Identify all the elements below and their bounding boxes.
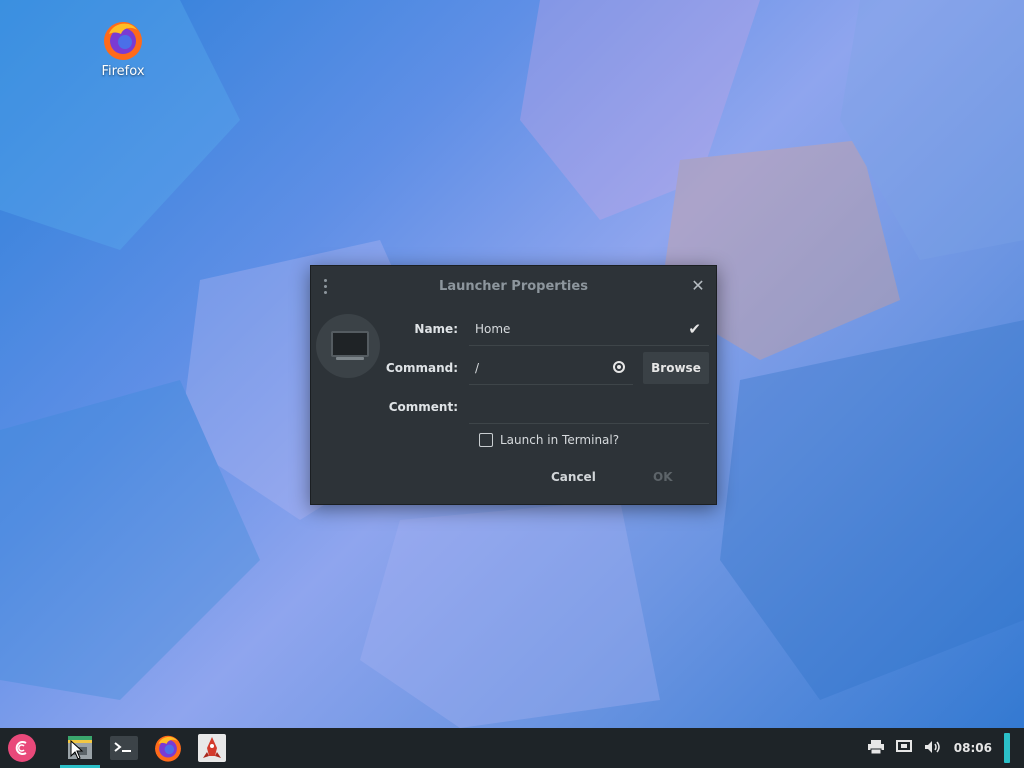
debian-swirl-icon [8,734,36,762]
close-button[interactable]: ✕ [690,278,706,294]
taskbar-firefox-button[interactable] [148,728,188,768]
taskbar-app-button[interactable] [192,728,232,768]
terminal-icon [110,736,138,760]
desktop-icon-label: Firefox [101,64,145,79]
start-menu-button[interactable] [2,728,42,768]
dialog-title: Launcher Properties [439,279,588,294]
desktop-icon-firefox[interactable]: Firefox [92,18,154,79]
name-field[interactable]: Home ✔ [469,312,709,346]
launch-in-terminal-label: Launch in Terminal? [500,433,620,447]
firefox-icon [101,18,145,62]
browse-button[interactable]: Browse [643,352,709,384]
checkbox-icon[interactable] [479,433,493,447]
launcher-icon-button[interactable] [316,314,380,378]
ok-button[interactable]: OK [653,466,673,488]
show-desktop-button[interactable] [1004,733,1010,763]
comment-field[interactable] [469,390,709,424]
system-tray: 08:06 [867,728,1010,768]
dialog-titlebar[interactable]: Launcher Properties ✕ [311,266,716,308]
rocket-icon [198,734,226,762]
firefox-icon [155,735,181,762]
clock[interactable]: 08:06 [954,741,992,755]
clear-icon[interactable] [613,361,625,373]
computer-icon [331,331,369,357]
check-icon: ✔ [688,320,701,338]
command-label: Command: [385,361,458,375]
comment-label: Comment: [388,400,458,414]
command-field[interactable]: / [469,351,633,385]
command-value: / [475,361,480,375]
name-label: Name: [414,322,458,336]
taskbar-terminal-button[interactable] [104,728,144,768]
launcher-properties-dialog: Launcher Properties ✕ Name: Home ✔ Comma… [310,265,717,505]
volume-icon[interactable] [924,740,942,757]
network-icon[interactable] [895,739,912,757]
launch-in-terminal-checkbox[interactable]: Launch in Terminal? [479,433,619,447]
taskbar: 08:06 [0,728,1024,768]
cancel-button[interactable]: Cancel [551,466,596,488]
printer-icon[interactable] [867,739,884,757]
mouse-cursor-icon [70,740,84,760]
name-value: Home [475,322,511,336]
